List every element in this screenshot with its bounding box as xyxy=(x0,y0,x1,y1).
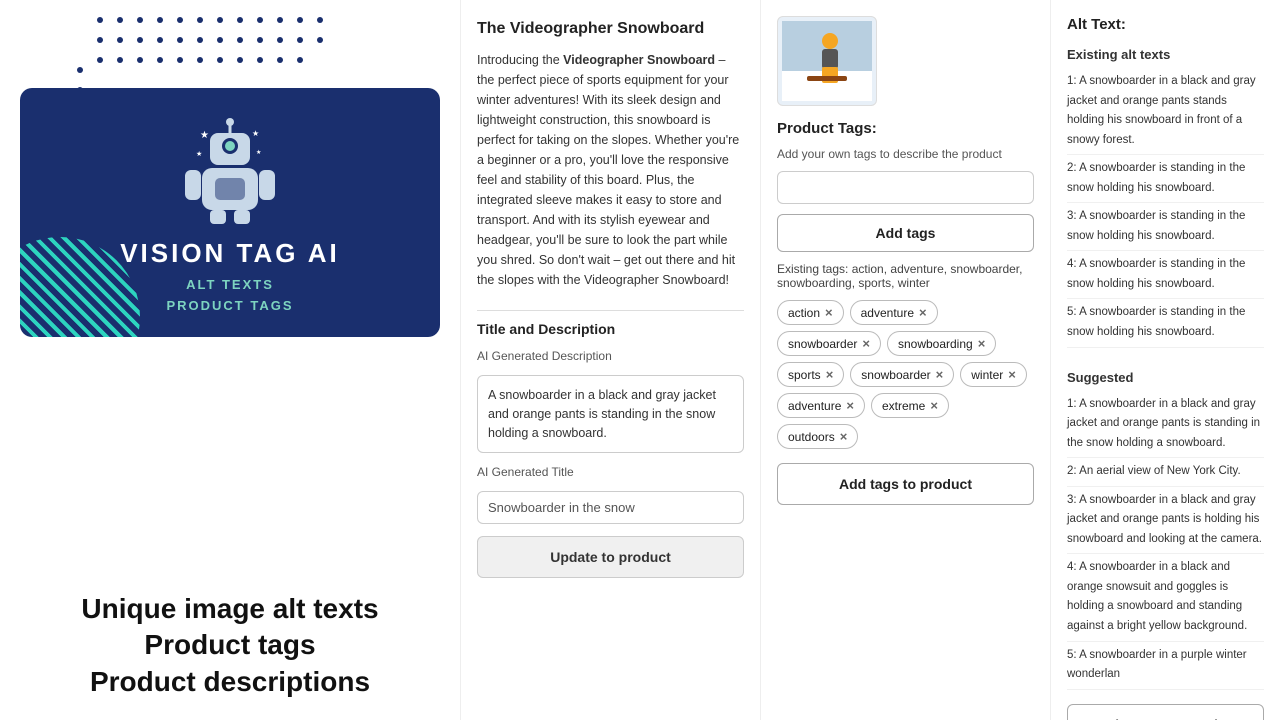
product-thumbnail xyxy=(777,16,877,106)
remove-tag-snowboarding[interactable]: × xyxy=(978,336,986,351)
alt-existing-3: 3: A snowboarder is standing in the snow… xyxy=(1067,207,1264,251)
product-description: Introducing the Videographer Snowboard –… xyxy=(477,50,744,290)
add-tags-button[interactable]: Add tags xyxy=(777,214,1034,252)
tags-hint: Add your own tags to describe the produc… xyxy=(777,147,1034,161)
remove-tag-snowboarder-2[interactable]: × xyxy=(936,367,944,382)
logo-title: VISION TAG AI xyxy=(120,238,340,269)
existing-alt-list: 1: A snowboarder in a black and gray jac… xyxy=(1067,72,1264,352)
alt-suggested-2: 2: An aerial view of New York City. xyxy=(1067,462,1264,487)
update-to-product-button[interactable]: Update to product xyxy=(477,536,744,578)
alt-section-title: Alt Text: xyxy=(1067,16,1264,33)
suggested-alt-texts-title: Suggested xyxy=(1067,370,1264,385)
product-title: The Videographer Snowboard xyxy=(477,20,744,38)
svg-text:★: ★ xyxy=(252,129,259,138)
alt-suggested-5: 5: A snowboarder in a purple winter wond… xyxy=(1067,646,1264,690)
suggested-alt-list: 1: A snowboarder in a black and gray jac… xyxy=(1067,395,1264,694)
alt-suggested-1: 1: A snowboarder in a black and gray jac… xyxy=(1067,395,1264,459)
add-tags-to-product-button[interactable]: Add tags to product xyxy=(777,463,1034,505)
snowboarder-thumb-image xyxy=(782,21,872,101)
tag-chip-snowboarding[interactable]: snowboarding × xyxy=(887,331,996,356)
remove-tag-winter[interactable]: × xyxy=(1008,367,1016,382)
left-panel: ★ ★ ★ ★ VISION TAG AI ALT TEXTS PRODUCT … xyxy=(0,0,460,720)
svg-text:★: ★ xyxy=(196,150,202,158)
bottom-text-block: Unique image alt texts Product tags Prod… xyxy=(0,571,460,720)
tag-chip-extreme[interactable]: extreme × xyxy=(871,393,949,418)
alt-existing-5: 5: A snowboarder is standing in the snow… xyxy=(1067,303,1264,347)
ai-title-box[interactable]: Snowboarder in the snow xyxy=(477,491,744,524)
logo-card: ★ ★ ★ ★ VISION TAG AI ALT TEXTS PRODUCT … xyxy=(20,88,440,337)
tag-chip-sports[interactable]: sports × xyxy=(777,362,844,387)
tag-chip-adventure[interactable]: adventure × xyxy=(850,300,938,325)
alt-suggested-3: 3: A snowboarder in a black and gray jac… xyxy=(1067,491,1264,555)
tag-chip-snowboarder-2[interactable]: snowboarder × xyxy=(850,362,954,387)
remove-tag-adventure[interactable]: × xyxy=(919,305,927,320)
ai-title-label: AI Generated Title xyxy=(477,465,744,479)
tag-chip-action[interactable]: action × xyxy=(777,300,844,325)
bottom-headline: Unique image alt texts Product tags Prod… xyxy=(20,591,440,700)
product-panel: The Videographer Snowboard Introducing t… xyxy=(460,0,760,720)
tag-input[interactable] xyxy=(777,171,1034,204)
tag-chip-outdoors[interactable]: outdoors × xyxy=(777,424,858,449)
alt-existing-1: 1: A snowboarder in a black and gray jac… xyxy=(1067,72,1264,155)
remove-tag-snowboarder-1[interactable]: × xyxy=(862,336,870,351)
tags-section-title: Product Tags: xyxy=(777,120,1034,137)
alt-existing-2: 2: A snowboarder is standing in the snow… xyxy=(1067,159,1264,203)
ai-description-box[interactable]: A snowboarder in a black and gray jacket… xyxy=(477,375,744,453)
remove-tag-outdoors[interactable]: × xyxy=(840,429,848,444)
remove-tag-sports[interactable]: × xyxy=(826,367,834,382)
alt-suggested-4: 4: A snowboarder in a black and orange s… xyxy=(1067,558,1264,641)
tag-chip-snowboarder-1[interactable]: snowboarder × xyxy=(777,331,881,356)
update-all-product-images-button[interactable]: Update on ALL product images xyxy=(1067,704,1264,720)
title-desc-section-label: Title and Description xyxy=(477,310,744,337)
alt-existing-4: 4: A snowboarder is standing in the snow… xyxy=(1067,255,1264,299)
tags-panel: Product Tags: Add your own tags to descr… xyxy=(760,0,1050,720)
svg-text:★: ★ xyxy=(200,130,209,141)
tag-chip-adventure-2[interactable]: adventure × xyxy=(777,393,865,418)
remove-tag-extreme[interactable]: × xyxy=(930,398,938,413)
tag-chip-winter[interactable]: winter × xyxy=(960,362,1027,387)
ai-desc-label: AI Generated Description xyxy=(477,349,744,363)
existing-tags-text: Existing tags: action, adventure, snowbo… xyxy=(777,262,1034,290)
existing-alt-texts-title: Existing alt texts xyxy=(1067,47,1264,62)
svg-text:★: ★ xyxy=(256,149,261,156)
robot-logo-icon: ★ ★ ★ ★ xyxy=(180,118,280,228)
logo-subtitle: ALT TEXTS PRODUCT TAGS xyxy=(166,275,293,317)
tags-grid: action × adventure × snowboarder × snowb… xyxy=(777,300,1034,449)
alt-text-panel: Alt Text: Existing alt texts 1: A snowbo… xyxy=(1050,0,1280,720)
remove-tag-action[interactable]: × xyxy=(825,305,833,320)
remove-tag-adventure-2[interactable]: × xyxy=(846,398,854,413)
